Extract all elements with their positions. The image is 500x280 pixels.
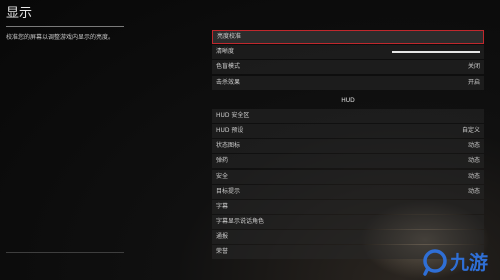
setting-row-notifications[interactable]: 通报 xyxy=(212,230,484,245)
settings-list: 亮度校准 清晰度 色盲模式 关闭 击杀效果 开启 HUD HUD 安全区 HUD… xyxy=(212,30,484,261)
setting-row-clarity[interactable]: 清晰度 xyxy=(212,45,484,60)
setting-label: 状态图标 xyxy=(216,142,241,150)
setting-label: 荣誉 xyxy=(216,248,229,256)
setting-value: 自定义 xyxy=(461,126,480,134)
setting-row-hud-safe-zone[interactable]: HUD 安全区 xyxy=(212,108,484,123)
setting-row-subtitle-speaker[interactable]: 字幕显示说话角色 xyxy=(212,215,484,230)
watermark-logo: 九游 xyxy=(422,246,492,276)
setting-row-objective-hint[interactable]: 目标提示 动态 xyxy=(212,184,484,199)
watermark-text: 九游 xyxy=(449,251,488,274)
setting-row-status-icons[interactable]: 状态图标 动态 xyxy=(212,139,484,154)
bottom-divider xyxy=(6,252,124,253)
settings-screen: 显示 校准您的屏幕以调整游戏内显示的亮度。 亮度校准 清晰度 色盲模式 关闭 击… xyxy=(0,0,500,280)
setting-value: 动态 xyxy=(467,142,480,150)
setting-label: 清晰度 xyxy=(216,48,235,56)
clarity-slider[interactable] xyxy=(392,51,480,54)
setting-value: 动态 xyxy=(467,172,480,180)
setting-value: 开启 xyxy=(467,78,480,86)
setting-label: 字幕显示说话角色 xyxy=(216,218,265,226)
watermark-icon: 九游 xyxy=(423,249,488,276)
setting-row-brightness-calibration[interactable]: 亮度校准 xyxy=(212,30,484,44)
setting-label: 安全 xyxy=(216,172,229,180)
setting-label: HUD 预设 xyxy=(216,126,244,134)
setting-value: 动态 xyxy=(467,157,480,165)
setting-row-subtitles[interactable]: 字幕 xyxy=(212,199,484,214)
setting-label: 弹药 xyxy=(216,157,229,165)
hud-section-header: HUD xyxy=(341,96,355,104)
page-description: 校准您的屏幕以调整游戏内显示的亮度。 xyxy=(6,34,115,41)
setting-row-ammo[interactable]: 弹药 动态 xyxy=(212,154,484,169)
clarity-slider-fill xyxy=(392,51,480,54)
setting-label: 色盲模式 xyxy=(216,63,241,71)
setting-label: 通报 xyxy=(216,233,229,241)
page-title: 显示 xyxy=(6,6,33,21)
setting-row-safety[interactable]: 安全 动态 xyxy=(212,169,484,184)
setting-row-colorblind-mode[interactable]: 色盲模式 关闭 xyxy=(212,60,484,75)
setting-label: HUD 安全区 xyxy=(216,111,250,119)
setting-label: 击杀效果 xyxy=(216,78,241,86)
setting-value: 关闭 xyxy=(467,63,480,71)
setting-label: 亮度校准 xyxy=(217,33,242,40)
left-panel: 显示 校准您的屏幕以调整游戏内显示的亮度。 xyxy=(6,6,196,42)
setting-row-kill-effect[interactable]: 击杀效果 开启 xyxy=(212,75,484,90)
setting-label: 目标提示 xyxy=(216,187,241,195)
setting-value: 动态 xyxy=(467,187,480,195)
setting-row-hud-preset[interactable]: HUD 预设 自定义 xyxy=(212,123,484,138)
title-divider xyxy=(6,26,124,27)
setting-label: 字幕 xyxy=(216,202,229,210)
